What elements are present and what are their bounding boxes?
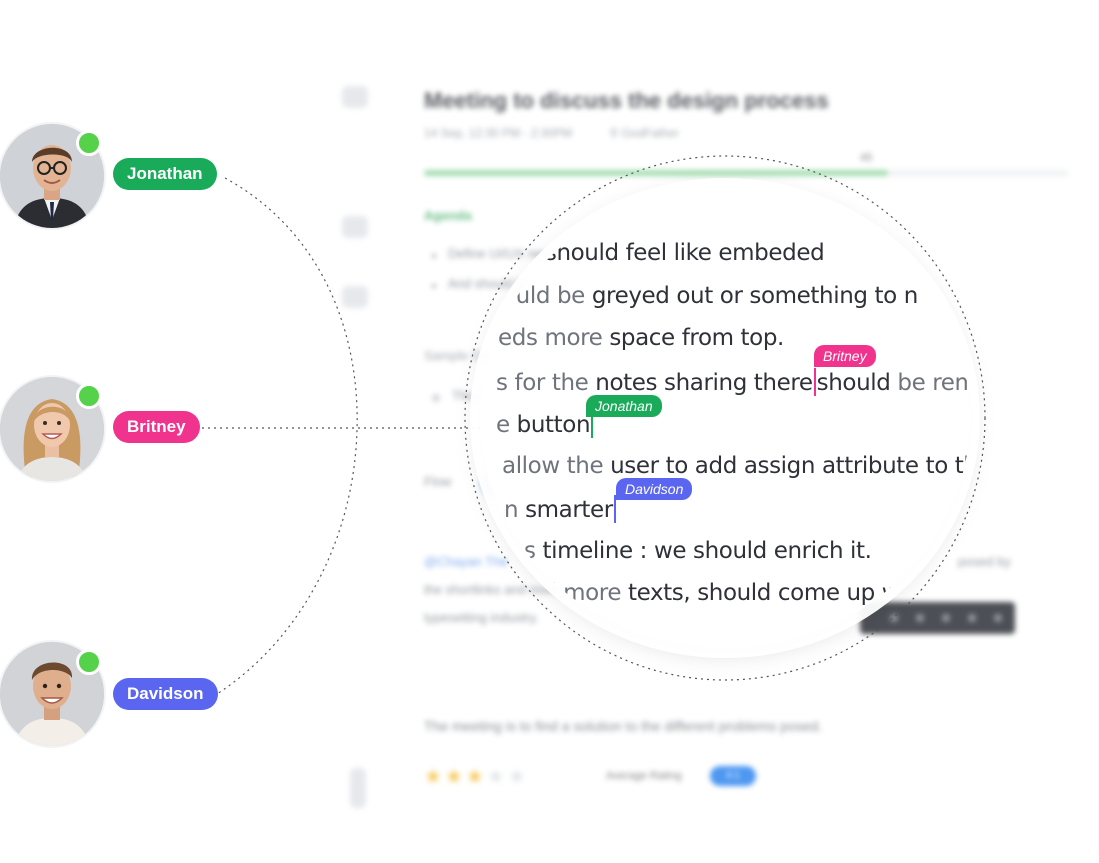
lens-line-text: notes sharing there	[588, 370, 813, 396]
lens-line-fragment: ed	[510, 240, 538, 266]
lens-line-text: should	[816, 370, 891, 396]
tag-davidson[interactable]: Davidson	[113, 678, 218, 710]
lens-line-text: space from top.	[602, 325, 784, 351]
cursor-label-davidson: Davidson	[616, 478, 693, 500]
online-status-dot	[76, 383, 102, 409]
lens-line-text: timeline : we should enrich it.	[535, 538, 872, 564]
lens-line: ould be greyed out or something to n	[502, 283, 918, 309]
online-status-dot	[76, 649, 102, 675]
britney-cursor	[813, 368, 816, 396]
lens-line: e button	[496, 410, 594, 438]
lens-line-text: smarter	[518, 497, 613, 523]
arc-connector	[216, 177, 358, 695]
online-status-dot	[76, 130, 102, 156]
tag-britney[interactable]: Britney	[113, 411, 200, 443]
lens-line-fragment: s for the	[496, 370, 589, 396]
tag-jonathan[interactable]: Jonathan	[113, 158, 217, 190]
lens-line-text: texts, should come up wi	[621, 580, 907, 606]
lens-line-fragment: eds more	[498, 325, 603, 351]
lens-line-fragment: n	[504, 497, 519, 523]
lens-line: eds more space from top.	[498, 325, 784, 351]
magnifier-lens: ed should feel like embeded ould be grey…	[480, 188, 970, 648]
lens-line-text: should feel like embeded	[537, 240, 825, 266]
cursor-label-britney: Britney	[814, 345, 876, 367]
lens-line: allow the user to add assign attribute t…	[502, 453, 970, 479]
lens-line-text: greyed out or something to n	[584, 283, 918, 309]
lens-line-fragment: e	[496, 412, 510, 438]
lens-line-fragment: d more	[542, 580, 622, 606]
lens-line-fragment: s	[524, 538, 536, 564]
lens-line: ed should feel like embeded	[510, 240, 825, 266]
lens-line: s timeline : we should enrich it.	[524, 538, 872, 564]
lens-line-fragment: ould be	[502, 283, 585, 309]
lens-line-fragment: be rem	[890, 370, 970, 396]
lens-line-text: user to add assign attribute to th	[603, 453, 970, 479]
lens-line-fragment: allow the	[502, 453, 604, 479]
lens-line: d more texts, should come up wi	[542, 580, 907, 606]
lens-line-text: button	[509, 412, 591, 438]
lens-line: n smarter	[504, 495, 617, 523]
cursor-label-jonathan: Jonathan	[586, 395, 662, 417]
lens-line: s for the notes sharing there should be r…	[496, 368, 970, 396]
